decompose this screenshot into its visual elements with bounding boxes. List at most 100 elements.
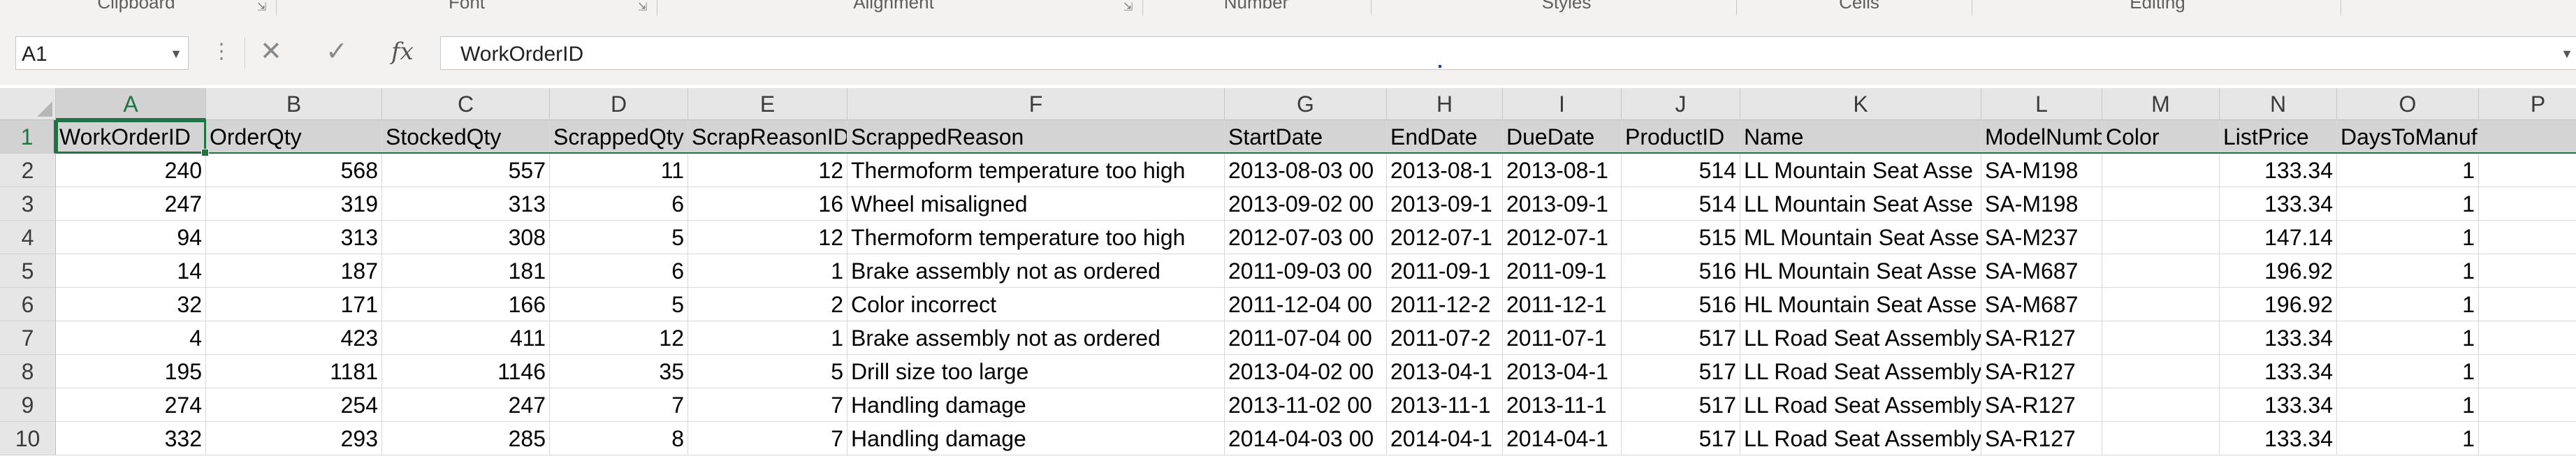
table-cell[interactable]: 1	[2337, 221, 2479, 254]
row-header-4[interactable]: 4	[0, 221, 56, 254]
table-cell[interactable]: Thermoform temperature too high	[847, 154, 1225, 187]
select-all-button[interactable]	[0, 88, 56, 120]
table-cell[interactable]: Thermoform temperature too high	[847, 221, 1225, 254]
table-cell[interactable]: 195	[56, 355, 206, 388]
table-cell[interactable]: LL Road Seat Assembly	[1740, 355, 1981, 388]
row-header-10[interactable]: 10	[0, 422, 56, 455]
table-cell[interactable]: 181	[382, 254, 550, 288]
table-cell[interactable]: 1	[2337, 422, 2479, 455]
table-cell[interactable]: HL Mountain Seat Asse	[1740, 254, 1981, 288]
table-cell[interactable]: 2013-04-1	[1387, 355, 1503, 388]
table-cell[interactable]: 4	[56, 321, 206, 355]
table-cell[interactable]: 2012-07-03 00	[1225, 221, 1387, 254]
header-cell[interactable]: ListPrice	[2220, 120, 2337, 154]
table-cell[interactable]: 2011-07-2	[1387, 321, 1503, 355]
table-cell[interactable]: 514	[1622, 187, 1740, 221]
table-cell[interactable]: 8	[550, 422, 688, 455]
table-cell[interactable]: 2014-04-1	[1503, 422, 1622, 455]
column-header-a[interactable]: A	[56, 88, 206, 120]
column-header-g[interactable]: G	[1225, 88, 1387, 120]
table-cell[interactable]: Brake assembly not as ordered	[847, 321, 1225, 355]
table-cell[interactable]: 1146	[382, 355, 550, 388]
table-cell[interactable]: Handling damage	[847, 422, 1225, 455]
table-cell[interactable]: 1	[2337, 321, 2479, 355]
table-cell[interactable]: 1	[2337, 355, 2479, 388]
row-header-5[interactable]: 5	[0, 254, 56, 288]
column-header-c[interactable]: C	[382, 88, 550, 120]
header-cell[interactable]: ScrappedReason	[847, 120, 1225, 154]
table-cell[interactable]: SA-R127	[1981, 422, 2102, 455]
column-header-o[interactable]: O	[2337, 88, 2479, 120]
table-cell[interactable]: 517	[1622, 388, 1740, 422]
table-cell[interactable]: 1181	[206, 355, 382, 388]
table-cell[interactable]: 32	[56, 288, 206, 321]
table-cell[interactable]: 14	[56, 254, 206, 288]
table-cell[interactable]	[2479, 422, 2576, 455]
table-cell[interactable]: 568	[206, 154, 382, 187]
header-cell[interactable]: WorkOrderID	[56, 120, 206, 154]
table-cell[interactable]: 171	[206, 288, 382, 321]
table-cell[interactable]: 515	[1622, 221, 1740, 254]
table-cell[interactable]: 247	[56, 187, 206, 221]
table-cell[interactable]: 2	[688, 288, 847, 321]
table-cell[interactable]: 133.34	[2220, 355, 2337, 388]
table-cell[interactable]: 2012-07-1	[1503, 221, 1622, 254]
dialog-launcher-icon[interactable]: ⇲	[638, 0, 650, 13]
column-header-n[interactable]: N	[2220, 88, 2337, 120]
table-cell[interactable]: 5	[688, 355, 847, 388]
header-cell[interactable]: StockedQty	[382, 120, 550, 154]
table-cell[interactable]: 313	[206, 221, 382, 254]
table-cell[interactable]: 2011-12-04 00	[1225, 288, 1387, 321]
column-header-j[interactable]: J	[1622, 88, 1740, 120]
header-cell[interactable]: DaysToManufacture	[2337, 120, 2479, 154]
table-cell[interactable]: 319	[206, 187, 382, 221]
row-header-1[interactable]: 1	[0, 120, 56, 154]
table-cell[interactable]: 133.34	[2220, 321, 2337, 355]
table-cell[interactable]: 2011-12-1	[1503, 288, 1622, 321]
table-cell[interactable]: SA-M198	[1981, 154, 2102, 187]
table-cell[interactable]: 6	[550, 187, 688, 221]
table-cell[interactable]: 147.14	[2220, 221, 2337, 254]
header-cell[interactable]: StartDate	[1225, 120, 1387, 154]
header-cell[interactable]: ProductID	[1622, 120, 1740, 154]
table-cell[interactable]	[2102, 321, 2220, 355]
table-cell[interactable]: 313	[382, 187, 550, 221]
table-cell[interactable]	[2102, 221, 2220, 254]
column-header-l[interactable]: L	[1981, 88, 2102, 120]
table-cell[interactable]: 166	[382, 288, 550, 321]
worksheet-grid[interactable]: A B C D E F G H I J K L M N O P 1 2 3 4 5 6 7 8 9 10 WorkOrderID Or…	[0, 88, 2576, 461]
table-cell[interactable]: 2013-11-02 00	[1225, 388, 1387, 422]
table-cell[interactable]: 187	[206, 254, 382, 288]
table-cell[interactable]	[2479, 154, 2576, 187]
table-cell[interactable]: 2012-07-1	[1387, 221, 1503, 254]
table-cell[interactable]: 133.34	[2220, 154, 2337, 187]
table-cell[interactable]: SA-R127	[1981, 355, 2102, 388]
table-cell[interactable]	[2102, 388, 2220, 422]
table-cell[interactable]: 514	[1622, 154, 1740, 187]
chevron-down-icon[interactable]: ▼	[170, 47, 182, 61]
dialog-launcher-icon[interactable]: ⇲	[257, 0, 270, 13]
table-cell[interactable]: 133.34	[2220, 422, 2337, 455]
table-cell[interactable]: 2013-08-03 00	[1225, 154, 1387, 187]
table-cell[interactable]: LL Mountain Seat Asse	[1740, 187, 1981, 221]
table-cell[interactable]: 196.92	[2220, 288, 2337, 321]
table-cell[interactable]: 11	[550, 154, 688, 187]
table-cell[interactable]: Wheel misaligned	[847, 187, 1225, 221]
table-cell[interactable]: 2013-09-02 00	[1225, 187, 1387, 221]
table-cell[interactable]: 411	[382, 321, 550, 355]
table-cell[interactable]: 2011-09-03 00	[1225, 254, 1387, 288]
table-cell[interactable]: SA-M687	[1981, 254, 2102, 288]
table-cell[interactable]: 133.34	[2220, 388, 2337, 422]
table-cell[interactable]: 1	[2337, 154, 2479, 187]
table-cell[interactable]: 240	[56, 154, 206, 187]
table-cell[interactable]: 2014-04-1	[1387, 422, 1503, 455]
table-cell[interactable]: 1	[2337, 187, 2479, 221]
table-cell[interactable]: 2013-11-1	[1387, 388, 1503, 422]
table-cell[interactable]: 2013-09-1	[1387, 187, 1503, 221]
table-cell[interactable]	[2102, 254, 2220, 288]
table-cell[interactable]: 2011-07-04 00	[1225, 321, 1387, 355]
table-cell[interactable]	[2479, 355, 2576, 388]
column-header-e[interactable]: E	[688, 88, 847, 120]
table-cell[interactable]: 517	[1622, 321, 1740, 355]
row-header-6[interactable]: 6	[0, 288, 56, 321]
